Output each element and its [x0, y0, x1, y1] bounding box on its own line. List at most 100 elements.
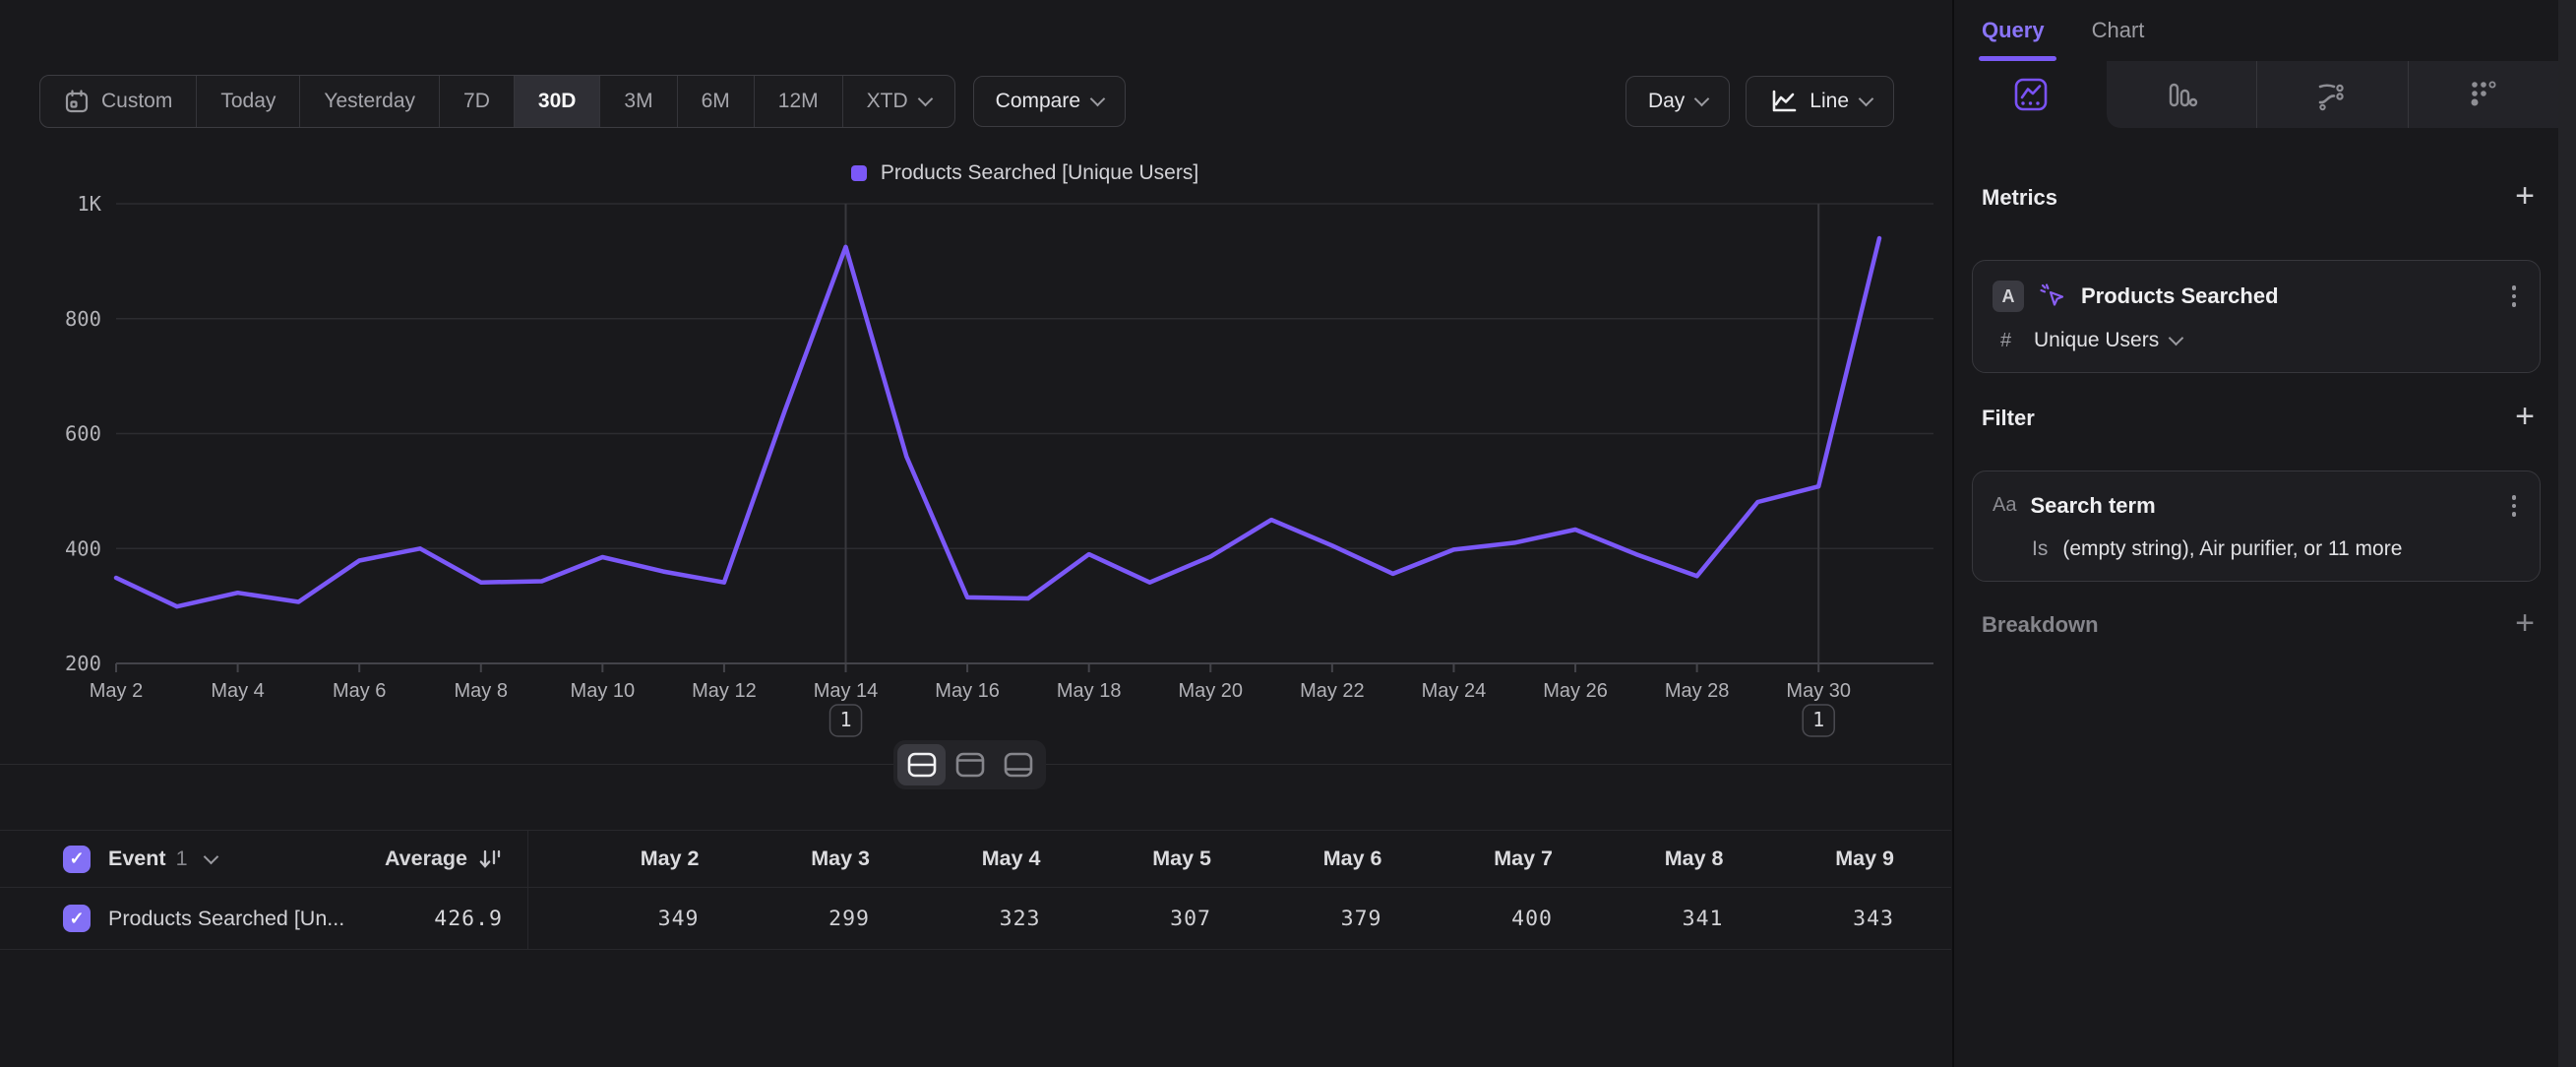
- date-column-header[interactable]: May 8: [1553, 847, 1724, 871]
- date-column-header[interactable]: May 9: [1724, 847, 1895, 871]
- tab-bar-chart[interactable]: [2107, 61, 2257, 128]
- date-range-xtd[interactable]: XTD: [842, 76, 954, 127]
- number-aggregation-icon: #: [2000, 330, 2022, 352]
- chevron-down-icon: [1090, 92, 1106, 107]
- average-header-label: Average: [385, 847, 467, 871]
- tab-flow[interactable]: [2256, 61, 2408, 128]
- metric-card[interactable]: A Products Searched # Unique Users: [1972, 260, 2541, 373]
- top-panel-view-toggle[interactable]: [946, 744, 994, 785]
- y-axis-label: 1K: [77, 192, 101, 216]
- annotation-badge-label: 1: [839, 708, 851, 731]
- aggregation-selector[interactable]: Unique Users: [2034, 329, 2159, 352]
- insights-report-app: CustomToday Yesterday 7D 30D 3M6M 12M XTD Comp…: [0, 0, 2576, 1067]
- table-row[interactable]: ✓ Products Searched [Un... 426.9 3492993…: [0, 888, 1951, 950]
- row-average-value: 426.9: [434, 907, 503, 931]
- split-view-toggle[interactable]: [897, 744, 946, 785]
- chart-controls-group: Day Line: [1625, 76, 1894, 127]
- x-axis-label: May 16: [935, 680, 1000, 702]
- x-axis-label: May 28: [1665, 680, 1730, 702]
- metrics-title: Metrics: [1982, 185, 2057, 211]
- date-column-header[interactable]: May 6: [1211, 847, 1382, 871]
- kebab-menu-icon[interactable]: [2508, 282, 2521, 311]
- metric-event-name: Products Searched: [2081, 283, 2279, 309]
- date-column-header[interactable]: May 5: [1041, 847, 1212, 871]
- event-row-cell: ✓ Products Searched [Un... 426.9: [0, 888, 528, 949]
- date-column-header[interactable]: May 2: [528, 847, 700, 871]
- date-value-cell: 341: [1553, 907, 1724, 931]
- x-axis-label: May 14: [814, 680, 879, 702]
- check-icon: ✓: [69, 848, 84, 869]
- filter-value[interactable]: (empty string), Air purifier, or 11 more: [2062, 537, 2402, 561]
- chart-type-tabs: [1956, 61, 2558, 128]
- filter-card-row: Aa Search term: [1993, 491, 2520, 521]
- event-cursor-icon: [2038, 282, 2067, 311]
- metrics-section-header: Metrics +: [1982, 183, 2535, 213]
- date-value-cell: 307: [1041, 907, 1212, 931]
- tab-insights-line[interactable]: [1956, 61, 2107, 128]
- date-range-label: 7D: [463, 90, 490, 113]
- date-range-label: Yesterday: [324, 90, 415, 113]
- date-range-today[interactable]: Today: [196, 76, 299, 127]
- chevron-down-icon: [1859, 92, 1874, 107]
- breakdown-section-header: Breakdown +: [1982, 610, 2535, 640]
- y-axis-label: 400: [65, 536, 101, 560]
- x-axis-label: May 18: [1057, 680, 1122, 702]
- line-chart-canvas: 2004006008001KMay 2May 4May 6May 8May 10…: [0, 187, 1951, 758]
- date-value-cell: 349: [528, 907, 700, 931]
- x-axis-label: May 22: [1300, 680, 1365, 702]
- row-checkbox[interactable]: ✓: [63, 905, 91, 932]
- chart-type-button[interactable]: Line: [1746, 76, 1894, 127]
- retention-dots-icon: [2466, 77, 2501, 112]
- tab-chart-label: Chart: [2092, 18, 2145, 43]
- line-chart: 2004006008001KMay 2May 4May 6May 8May 10…: [0, 187, 1951, 763]
- tab-query[interactable]: Query: [1982, 0, 2045, 61]
- breakdown-title: Breakdown: [1982, 612, 2099, 638]
- date-column-header[interactable]: May 7: [1382, 847, 1554, 871]
- date-column-header[interactable]: May 3: [700, 847, 871, 871]
- date-range-yesterday[interactable]: Yesterday: [299, 76, 439, 127]
- compare-button[interactable]: Compare: [973, 76, 1126, 127]
- average-column-header[interactable]: Average: [385, 847, 503, 872]
- date-column-headers: May 2May 3May 4May 5May 6May 7May 8May 9: [528, 847, 1894, 871]
- bottom-panel-view-toggle[interactable]: [994, 744, 1042, 785]
- query-panel: Query Chart: [1952, 0, 2576, 1067]
- granularity-button[interactable]: Day: [1625, 76, 1730, 127]
- date-range-label: 30D: [538, 90, 577, 113]
- date-range-7d[interactable]: 7D: [439, 76, 514, 127]
- filter-title: Filter: [1982, 406, 2035, 431]
- date-range-12m[interactable]: 12M: [754, 76, 842, 127]
- x-axis-label: May 2: [90, 680, 143, 702]
- date-value-cell: 299: [700, 907, 871, 931]
- row-event-name: Products Searched [Un...: [108, 907, 344, 931]
- chevron-down-icon[interactable]: [203, 848, 218, 864]
- select-all-checkbox[interactable]: ✓: [63, 846, 91, 873]
- date-range-30d[interactable]: 30D: [514, 76, 600, 127]
- x-axis-label: May 10: [571, 680, 636, 702]
- scrollbar[interactable]: [2558, 0, 2576, 1067]
- event-count: 1: [176, 847, 188, 871]
- date-value-cell: 400: [1382, 907, 1554, 931]
- filter-card[interactable]: Aa Search term Is (empty string), Air pu…: [1972, 471, 2541, 582]
- granularity-label: Day: [1648, 90, 1685, 113]
- date-range-3m[interactable]: 3M: [599, 76, 676, 127]
- date-column-header[interactable]: May 4: [870, 847, 1041, 871]
- tab-chart[interactable]: Chart: [2092, 0, 2145, 61]
- date-value-cell: 323: [870, 907, 1041, 931]
- split-view-icon: [907, 752, 937, 778]
- breakdown-table: ✓ Event 1 Average: [0, 830, 1951, 950]
- date-range-custom[interactable]: Custom: [40, 76, 196, 127]
- add-breakdown-button[interactable]: +: [2515, 606, 2535, 640]
- y-axis-label: 800: [65, 307, 101, 331]
- date-value-cells: 349299323307379400341343: [528, 907, 1894, 931]
- filter-operator[interactable]: Is: [2032, 537, 2048, 561]
- tab-retention[interactable]: [2408, 61, 2559, 128]
- add-metric-button[interactable]: +: [2515, 179, 2535, 213]
- add-filter-button[interactable]: +: [2515, 400, 2535, 433]
- panel-tabs: Query Chart: [1954, 0, 2558, 61]
- x-axis-label: May 24: [1422, 680, 1487, 702]
- date-range-label: 12M: [778, 90, 819, 113]
- string-property-icon: Aa: [1993, 494, 2016, 517]
- date-range-6m[interactable]: 6M: [677, 76, 754, 127]
- kebab-menu-icon[interactable]: [2508, 491, 2521, 521]
- event-header-label: Event: [108, 847, 166, 871]
